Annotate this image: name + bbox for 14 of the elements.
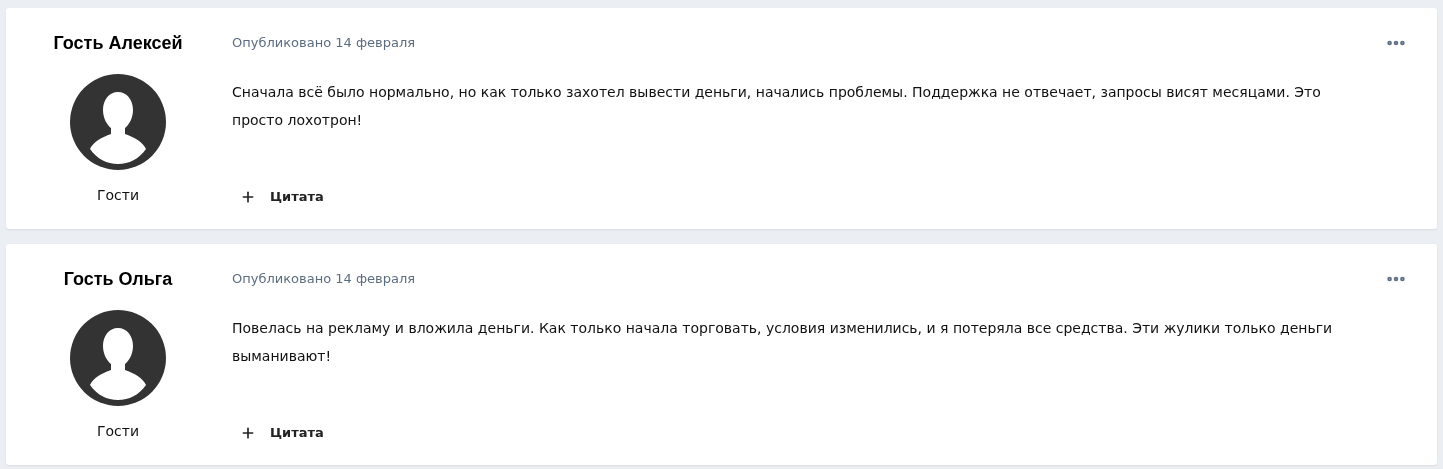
- user-group: Гости: [96, 184, 140, 206]
- user-group: Гости: [96, 420, 140, 442]
- post-text: Повелась на рекламу и вложила деньги. Как только начала торговать, условия изменились, и я потеряла все средства. Эти жулики только деньги выманивают!: [232, 319, 1334, 366]
- avatar-icon: [70, 310, 166, 406]
- plus-icon: [240, 425, 256, 441]
- avatar-icon: [70, 74, 166, 170]
- quote-button[interactable]: Цитата: [232, 185, 1407, 209]
- post-date: Опубликовано 14 февраля: [232, 270, 415, 289]
- post-text: Сначала всё было нормально, но как только захотел вывести деньги, начались проблемы. Поддержка не отвечает, запросы висят месяцами. Это просто лохотрон!: [232, 83, 1322, 130]
- post-date: Опубликовано 14 февраля: [232, 34, 415, 53]
- quote-button[interactable]: Цитата: [232, 421, 1407, 445]
- plus-icon: [240, 189, 256, 205]
- author-name[interactable]: Гость Алексей: [53, 30, 183, 56]
- author-name[interactable]: Гость Ольга: [63, 266, 173, 292]
